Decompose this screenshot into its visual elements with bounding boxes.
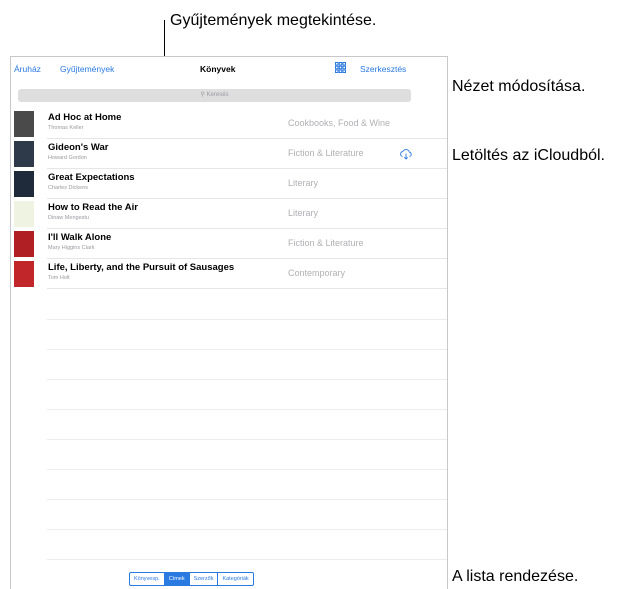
book-row[interactable]: Ad Hoc at Home Thomas Keller Cookbooks, Fo… [11, 109, 447, 139]
empty-row-separator [47, 439, 447, 440]
empty-row-separator [47, 469, 447, 470]
book-title: Life, Liberty, and the Pursuit of Sausag… [48, 262, 235, 273]
book-cover [14, 231, 34, 257]
nav-bar: Áruház Gyűjtemények Könyvek Szerkesztés [11, 57, 447, 81]
row-separator [47, 288, 447, 289]
grid-view-icon[interactable] [335, 62, 346, 73]
book-title: Ad Hoc at Home [48, 112, 122, 123]
collections-link[interactable]: Gyűjtemények [60, 64, 114, 74]
empty-row-separator [47, 529, 447, 530]
book-category: Contemporary [288, 268, 346, 278]
book-category: Literary [288, 208, 319, 218]
store-link[interactable]: Áruház [14, 64, 41, 74]
book-title: Gideon's War [48, 142, 109, 153]
callout-icloud: Letöltés az iCloudból. [452, 147, 605, 164]
empty-row-separator [47, 409, 447, 410]
book-category: Fiction & Literature [288, 238, 364, 248]
book-author: Dinaw Mengestu [48, 215, 89, 221]
sort-option[interactable]: Könyvesp. [130, 573, 164, 585]
book-cover [14, 171, 34, 197]
empty-row-separator [47, 379, 447, 380]
book-cover [14, 261, 34, 287]
empty-row-separator [47, 559, 447, 560]
book-author: Mary Higgins Clark [48, 245, 95, 251]
empty-row-separator [47, 349, 447, 350]
callout-sort: A lista rendezése. [452, 568, 579, 585]
book-category: Literary [288, 178, 319, 188]
book-row[interactable]: Great Expectations Charles Dickens Literar… [11, 169, 447, 199]
book-author: Howard Gordon [48, 155, 87, 161]
book-row[interactable]: How to Read the Air Dinaw Mengestu Literar… [11, 199, 447, 229]
book-row[interactable]: I'll Walk Alone Mary Higgins Clark Fiction… [11, 229, 447, 259]
callout-view-change: Nézet módosítása. [452, 78, 586, 95]
empty-row-separator [47, 499, 447, 500]
book-title: Great Expectations [48, 172, 135, 183]
book-author: Tom Holt [48, 275, 70, 281]
book-row[interactable]: Life, Liberty, and the Pursuit of Sausag… [11, 259, 447, 289]
book-title: How to Read the Air [48, 202, 138, 213]
book-category: Fiction & Literature [288, 148, 364, 158]
search-field[interactable]: ⚲ Keresés [18, 89, 411, 102]
book-category: Cookbooks, Food & Wine [288, 118, 391, 128]
empty-row-separator [47, 319, 447, 320]
book-author: Charles Dickens [48, 185, 89, 191]
icloud-download-icon[interactable] [399, 148, 413, 160]
book-cover [14, 111, 34, 137]
edit-button[interactable]: Szerkesztés [360, 64, 406, 74]
callout-collections: Gyűjtemények megtekintése. [170, 12, 377, 29]
book-cover [14, 201, 34, 227]
sort-option[interactable]: Címek [163, 573, 189, 585]
search-placeholder: Keresés [206, 92, 229, 98]
book-author: Thomas Keller [48, 125, 84, 131]
books-screen: Áruház Gyűjtemények Könyvek Szerkesztés … [10, 56, 448, 589]
sort-option[interactable]: Kategóriák [217, 573, 252, 585]
sort-option[interactable]: Szerzők [188, 573, 218, 585]
page-title: Könyvek [200, 64, 236, 74]
book-title: I'll Walk Alone [48, 232, 112, 243]
sort-segmented-control: Könyvesp. Címek Szerzők Kategóriák [129, 572, 254, 586]
book-cover [14, 141, 34, 167]
book-row[interactable]: Gideon's War Howard Gordon Fiction & Liter… [11, 139, 447, 169]
